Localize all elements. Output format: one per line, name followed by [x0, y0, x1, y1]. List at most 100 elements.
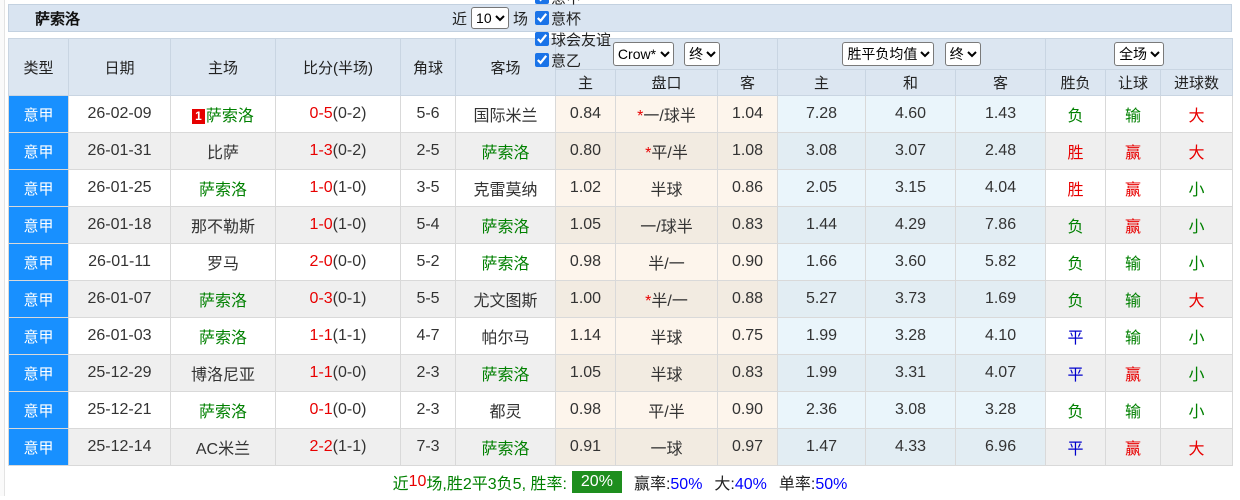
avg-home-cell: 7.28	[778, 96, 866, 133]
league-name: 意甲	[23, 107, 53, 124]
avg-draw-cell: 3.73	[866, 281, 956, 318]
filter-checkbox[interactable]	[535, 32, 549, 46]
avg-status-select[interactable]: 终	[945, 42, 981, 66]
avg-away: 5.82	[985, 253, 1016, 270]
home-odds-cell: 0.98	[556, 392, 616, 429]
goals-cell: 小	[1161, 244, 1233, 281]
away-odds-cell: 0.90	[718, 392, 778, 429]
outcome-cell: 负	[1046, 96, 1106, 133]
goals-cell: 小	[1161, 392, 1233, 429]
away-odds: 0.75	[732, 327, 763, 344]
league-cell: 意甲	[9, 96, 69, 133]
away-team-cell: 都灵	[456, 392, 556, 429]
handicap-text: 半/一	[651, 293, 687, 310]
away-team-name: 萨索洛	[481, 441, 529, 458]
away-team-cell: 萨索洛	[456, 244, 556, 281]
league-name: 意甲	[23, 255, 53, 272]
away-team-cell: 萨索洛	[456, 355, 556, 392]
goals-cell: 大	[1161, 133, 1233, 170]
header-group-row: 类型 日期 主场 比分(半场) 角球 客场 Crow* 终 胜平负均值 终 全场	[9, 39, 1233, 70]
score-cell: 1-0(1-0)	[276, 170, 401, 207]
col-header-avg-home: 主	[778, 70, 866, 96]
full-score: 1-1	[310, 327, 333, 344]
match-row: 意甲25-12-14AC米兰2-2(1-1)7-3萨索洛0.91一球0.971.…	[9, 429, 1233, 466]
avg-home: 2.05	[806, 179, 837, 196]
home-team-cell: AC米兰	[171, 429, 276, 466]
match-row: 意甲26-01-31比萨1-3(0-2)2-5萨索洛0.80*平/半1.083.…	[9, 133, 1233, 170]
avg-home: 1.47	[806, 438, 837, 455]
away-odds: 0.97	[732, 438, 763, 455]
avg-home-cell: 1.66	[778, 244, 866, 281]
avg-draw-cell: 4.29	[866, 207, 956, 244]
goals-value: 大	[1189, 108, 1205, 125]
summary-stats: 赢率:50%大:40%单率:50%	[622, 470, 847, 494]
odds-company-select[interactable]: Crow*	[613, 42, 674, 66]
date-cell: 26-01-07	[69, 281, 171, 318]
away-odds: 0.83	[732, 216, 763, 233]
col-header-avg-draw: 和	[866, 70, 956, 96]
league-filter[interactable]: 意杯	[528, 8, 611, 29]
away-odds: 0.90	[732, 401, 763, 418]
away-team-cell: 帕尔马	[456, 318, 556, 355]
league-name: 意甲	[23, 366, 53, 383]
goals-value: 小	[1189, 404, 1205, 421]
league-cell: 意甲	[9, 318, 69, 355]
handicap-result-value: 输	[1125, 256, 1141, 273]
home-team-name: 博洛尼亚	[191, 367, 255, 384]
league-name: 意甲	[23, 292, 53, 309]
date-cell: 26-01-31	[69, 133, 171, 170]
stat-label: 赢率:	[634, 476, 670, 493]
avg-away: 4.10	[985, 327, 1016, 344]
team-title: 萨索洛	[35, 8, 80, 29]
away-team-name: 萨索洛	[481, 219, 529, 236]
filter-checkbox[interactable]	[535, 53, 549, 67]
summary-prefix: 近	[393, 470, 409, 494]
full-score: 1-0	[310, 179, 333, 196]
score-cell: 1-1(1-1)	[276, 318, 401, 355]
filter-label: 球会友谊	[551, 29, 611, 50]
match-row: 意甲26-01-11罗马2-0(0-0)5-2萨索洛0.98半/一0.901.6…	[9, 244, 1233, 281]
handicap-result-cell: 输	[1106, 318, 1161, 355]
away-odds: 0.88	[732, 290, 763, 307]
avg-draw: 3.08	[895, 401, 926, 418]
home-odds-cell: 0.84	[556, 96, 616, 133]
half-score: (1-1)	[333, 327, 367, 344]
corners-value: 5-4	[416, 216, 439, 233]
league-filter[interactable]: 球会友谊	[528, 29, 611, 50]
filter-label: 意乙	[551, 50, 581, 71]
filter-checkbox[interactable]	[535, 11, 549, 25]
home-odds: 1.00	[570, 290, 601, 307]
avg-draw: 3.15	[895, 179, 926, 196]
half-score: (1-0)	[333, 179, 367, 196]
filter-checkbox[interactable]	[535, 0, 549, 4]
avg-type-select[interactable]: 胜平负均值	[842, 42, 934, 66]
avg-draw-cell: 4.33	[866, 429, 956, 466]
recent-count-select[interactable]: 10	[471, 7, 509, 29]
odds-status-select[interactable]: 终	[684, 42, 720, 66]
score-cell: 1-1(0-0)	[276, 355, 401, 392]
summary-bar: 近10场,胜2平3负5, 胜率: 20% 赢率:50%大:40%单率:50%	[8, 466, 1232, 497]
outcome-cell: 胜	[1046, 133, 1106, 170]
match-row: 意甲26-01-03萨索洛1-1(1-1)4-7帕尔马1.14半球0.751.9…	[9, 318, 1233, 355]
handicap-text: 平/半	[648, 404, 684, 421]
page-edge	[0, 0, 5, 496]
corners-cell: 2-5	[401, 133, 456, 170]
avg-away-cell: 4.04	[956, 170, 1046, 207]
league-filter[interactable]: 意甲	[528, 0, 611, 8]
avg-away-cell: 7.86	[956, 207, 1046, 244]
outcome-cell: 胜	[1046, 170, 1106, 207]
handicap-text: 半球	[650, 367, 682, 384]
home-team-name: 比萨	[207, 145, 239, 162]
result-scope-select[interactable]: 全场	[1114, 42, 1164, 66]
avg-away: 4.07	[985, 364, 1016, 381]
handicap-cell: 一球	[616, 429, 718, 466]
match-row: 意甲26-02-091萨索洛0-5(0-2)5-6国际米兰0.84*一/球半1.…	[9, 96, 1233, 133]
corners-cell: 3-5	[401, 170, 456, 207]
goals-cell: 小	[1161, 318, 1233, 355]
match-row: 意甲26-01-18那不勒斯1-0(1-0)5-4萨索洛1.05一/球半0.83…	[9, 207, 1233, 244]
league-filter[interactable]: 意乙	[528, 50, 611, 71]
league-name: 意甲	[23, 403, 53, 420]
handicap-cell: 半/一	[616, 244, 718, 281]
goals-cell: 大	[1161, 96, 1233, 133]
match-row: 意甲25-12-21萨索洛0-1(0-0)2-3都灵0.98平/半0.902.3…	[9, 392, 1233, 429]
